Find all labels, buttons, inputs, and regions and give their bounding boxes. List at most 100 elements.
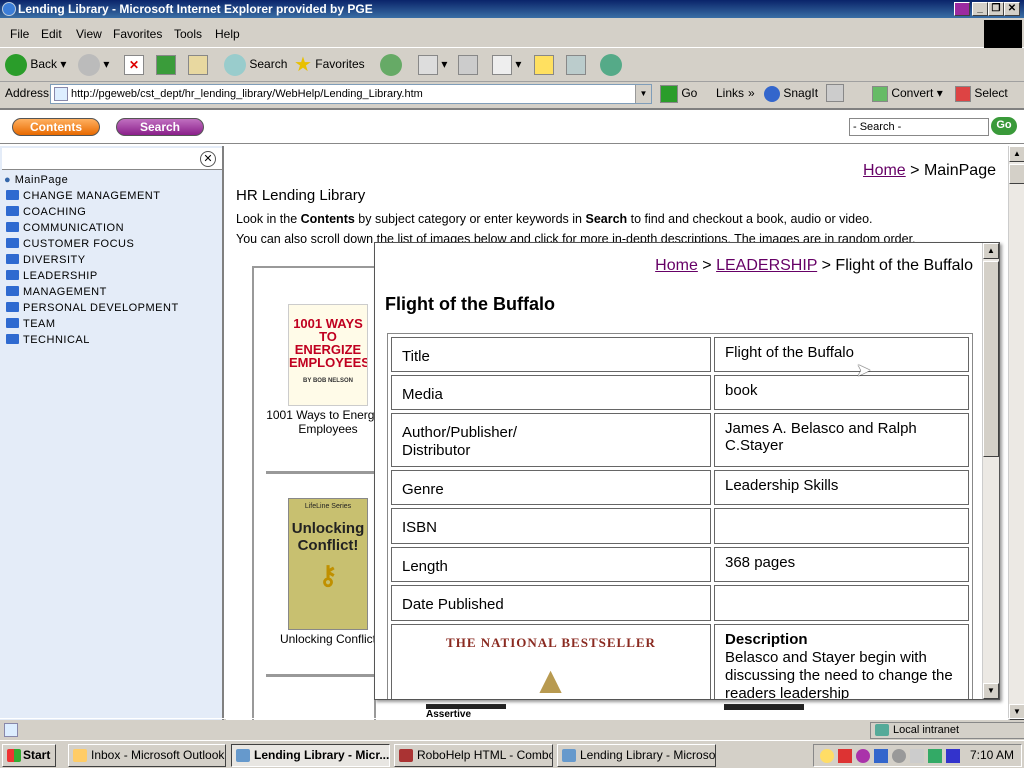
- table-row: Author/Publisher/ Distributor James A. Be…: [391, 413, 969, 467]
- favorites-button[interactable]: ★ Favorites: [294, 53, 365, 77]
- tray-icon[interactable]: [928, 749, 942, 763]
- tray-app-icon[interactable]: [954, 2, 970, 16]
- address-input[interactable]: http://pgeweb/cst_dept/hr_lending_librar…: [50, 84, 652, 104]
- go-arrow-icon: [660, 84, 678, 103]
- history-button[interactable]: [380, 53, 402, 77]
- forward-button[interactable]: ▾: [78, 53, 109, 77]
- edit-button[interactable]: ▾: [492, 53, 521, 77]
- task-lending-library-2[interactable]: Lending Library - Microso...: [557, 744, 716, 767]
- main-scrollbar[interactable]: ▲ ▼: [1008, 146, 1024, 720]
- snagit-button[interactable]: SnagIt: [764, 84, 818, 102]
- popup-category-link[interactable]: LEADERSHIP: [716, 257, 817, 274]
- task-lending-library-1[interactable]: Lending Library - Micr...: [231, 744, 390, 767]
- tray-icon[interactable]: [820, 749, 834, 763]
- help-toolbar: Contents Search - Search - Go: [0, 110, 1024, 144]
- tray-icon[interactable]: [838, 749, 852, 763]
- home-button[interactable]: [188, 53, 208, 77]
- book-icon: [6, 318, 19, 328]
- go-button[interactable]: Go: [660, 84, 697, 103]
- search-button[interactable]: Search: [224, 53, 287, 77]
- menu-file[interactable]: File: [10, 27, 29, 41]
- table-row: Title Flight of the Buffalo: [391, 337, 969, 372]
- notes-button[interactable]: [534, 53, 554, 77]
- start-button[interactable]: Start: [2, 744, 56, 767]
- address-bar: Address http://pgeweb/cst_dept/hr_lendin…: [0, 82, 1024, 106]
- book-detail-popup: Home > LEADERSHIP > Flight of the Buffal…: [374, 242, 1000, 700]
- research-button[interactable]: [566, 53, 586, 77]
- toc-item-communication[interactable]: COMMUNICATION: [6, 222, 124, 234]
- links-button[interactable]: Links: [716, 86, 744, 100]
- toc-item-customer-focus[interactable]: CUSTOMER FOCUS: [6, 238, 134, 250]
- print-button[interactable]: [458, 53, 478, 77]
- maximize-button[interactable]: ❐: [988, 2, 1004, 16]
- table-row: Genre Leadership Skills: [391, 470, 969, 505]
- home-link[interactable]: Home: [863, 162, 906, 179]
- toc-item-team[interactable]: TEAM: [6, 318, 56, 330]
- book-cover-unlocking-conflict[interactable]: LifeLine Series Unlocking Conflict! ⚷: [288, 498, 368, 630]
- stop-button[interactable]: ✕: [124, 53, 144, 77]
- toc-item-technical[interactable]: TECHNICAL: [6, 334, 90, 346]
- scroll-thumb[interactable]: [1009, 164, 1024, 184]
- book-cover-buffalo[interactable]: THE NATIONAL BESTSELLER ▲: [391, 624, 711, 699]
- menu-view[interactable]: View: [76, 27, 102, 41]
- toc-item-coaching[interactable]: COACHING: [6, 206, 86, 218]
- divider: [266, 674, 376, 677]
- minimize-button[interactable]: _: [972, 2, 988, 16]
- intranet-icon: [875, 724, 889, 736]
- note-icon: [534, 54, 554, 75]
- popup-scroll-up[interactable]: ▲: [983, 243, 999, 259]
- book-icon: [6, 334, 19, 344]
- popup-scroll-thumb[interactable]: [983, 261, 999, 457]
- convert-button[interactable]: Convert ▾: [872, 84, 943, 102]
- address-dropdown[interactable]: ▼: [635, 85, 651, 103]
- menu-favorites[interactable]: Favorites: [113, 27, 162, 41]
- snagit-options-icon[interactable]: [826, 84, 844, 102]
- task-robohelp[interactable]: RoboHelp HTML - Combo...: [394, 744, 553, 767]
- book-gallery: 1001 WAYS TO ENERGIZE EMPLOYEES BY BOB NE…: [252, 266, 390, 720]
- taskbar: Start Inbox - Microsoft Outlook Lending …: [0, 740, 1024, 768]
- tray-icon[interactable]: [874, 749, 888, 763]
- mail-button[interactable]: ▾: [418, 53, 447, 77]
- tray-icon[interactable]: [892, 749, 906, 763]
- mail-icon: [418, 54, 438, 75]
- toc-filter-bar: ✕: [2, 148, 222, 170]
- book-cover-1001-ways[interactable]: 1001 WAYS TO ENERGIZE EMPLOYEES BY BOB NE…: [288, 304, 368, 406]
- back-button[interactable]: Back ▾: [5, 53, 66, 77]
- tray-icon[interactable]: [856, 749, 870, 763]
- book-icon: [6, 238, 19, 248]
- contents-tab[interactable]: Contents: [12, 118, 100, 136]
- popup-breadcrumb: Home > LEADERSHIP > Flight of the Buffal…: [655, 257, 973, 274]
- tray-icon[interactable]: [910, 749, 924, 763]
- tray-icon[interactable]: [946, 749, 960, 763]
- book-icon: [6, 222, 19, 232]
- select-button[interactable]: Select: [955, 84, 1008, 102]
- windows-logo: [984, 20, 1022, 48]
- clock: 7:10 AM: [970, 748, 1015, 762]
- menu-edit[interactable]: Edit: [41, 27, 62, 41]
- task-outlook[interactable]: Inbox - Microsoft Outlook: [68, 744, 226, 767]
- close-icon[interactable]: ✕: [200, 151, 216, 167]
- toc-item-diversity[interactable]: DIVERSITY: [6, 254, 86, 266]
- page-icon: ●: [4, 174, 12, 186]
- popup-scrollbar[interactable]: ▲ ▼: [982, 243, 999, 699]
- toc-item-management[interactable]: MANAGEMENT: [6, 286, 107, 298]
- convert-icon: [872, 85, 888, 102]
- toc-item-personal-development[interactable]: PERSONAL DEVELOPMENT: [6, 302, 179, 314]
- address-label: Address: [5, 86, 50, 100]
- toc-root[interactable]: ● MainPage: [4, 174, 68, 186]
- scroll-up-button[interactable]: ▲: [1009, 146, 1024, 162]
- menu-tools[interactable]: Tools: [174, 27, 202, 41]
- close-button[interactable]: ✕: [1004, 2, 1020, 16]
- toc-item-leadership[interactable]: LEADERSHIP: [6, 270, 98, 282]
- search-tab[interactable]: Search: [116, 118, 204, 136]
- menu-help[interactable]: Help: [215, 27, 240, 41]
- search-go-button[interactable]: Go: [991, 117, 1017, 135]
- popup-scroll-down[interactable]: ▼: [983, 683, 999, 699]
- windows-icon: [7, 749, 21, 762]
- search-field[interactable]: - Search -: [849, 118, 989, 136]
- refresh-button[interactable]: [156, 53, 176, 77]
- history-icon: [380, 53, 402, 76]
- messenger-button[interactable]: [600, 53, 622, 77]
- toc-item-change-management[interactable]: CHANGE MANAGEMENT: [6, 190, 160, 202]
- popup-home-link[interactable]: Home: [655, 257, 698, 274]
